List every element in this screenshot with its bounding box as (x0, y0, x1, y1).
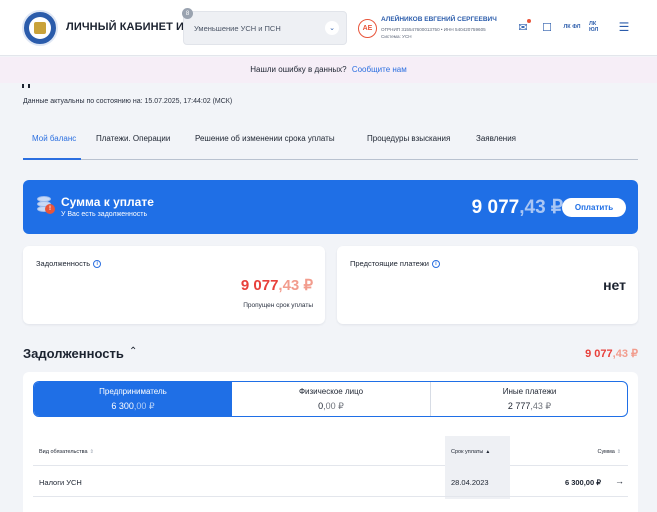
tax-regime-select[interactable]: 8 Уменьшение УСН и ПСН ⌄ (182, 8, 347, 45)
avatar[interactable]: АЕ (358, 19, 377, 38)
column-obligation-type[interactable]: Вид обязательства ⇕ (39, 449, 94, 455)
payer-type-switch: Предприниматель 6 300,00 ₽ Физическое ли… (33, 381, 628, 417)
segment-entrepreneur[interactable]: Предприниматель 6 300,00 ₽ (34, 382, 232, 416)
tab-my-balance[interactable]: Мой баланс (32, 134, 76, 143)
active-tab-indicator (23, 158, 81, 160)
user-name[interactable]: АЛЕЙНИКОВ ЕВГЕНИЙ СЕРГЕЕВИЧ (381, 16, 497, 23)
lk-fl-link[interactable]: ЛК ФЛ (563, 18, 581, 36)
fns-logo[interactable] (22, 10, 58, 46)
debt-amount: 9 077,43 ₽ (240, 277, 313, 294)
debt-section-title[interactable]: Задолженность (23, 346, 124, 361)
tab-applications[interactable]: Заявления (476, 134, 516, 143)
regime-select-value: Уменьшение УСН и ПСН (194, 24, 281, 33)
user-ids: ОГРНИП 315547600013750 • ИНН 54042075960… (381, 27, 486, 32)
debt-card: Задолженность i 9 077,43 ₽ Пропущен срок … (23, 246, 325, 324)
cell-sum: 6 300,00 ₽ (564, 478, 601, 487)
debt-status: Пропущен срок уплаты (243, 302, 313, 309)
table-row[interactable]: Налоги УСН 28.04.2023 6 300,00 ₽ → (33, 467, 628, 497)
chat-icon[interactable]: ☐ (538, 18, 556, 36)
upcoming-card-label: Предстоящие платежи i (350, 259, 440, 269)
page-title-partial (22, 84, 30, 88)
lk-yl-link[interactable]: ЛК ЮЛ (589, 18, 607, 36)
debt-notice: У Вас есть задолженность (61, 211, 148, 218)
sum-to-pay-title: Сумма к уплате (61, 195, 154, 209)
arrow-right-icon[interactable]: → (615, 476, 624, 486)
segment-individual[interactable]: Физическое лицо 0,00 ₽ (232, 382, 430, 416)
upcoming-payments-card: Предстоящие платежи i нет (337, 246, 638, 324)
column-sum[interactable]: Сумма ⇕ (561, 449, 622, 455)
data-actual-date: Данные актуальны по состоянию на: 15.07.… (23, 98, 233, 105)
tab-collection-procedures[interactable]: Процедуры взыскания (367, 134, 450, 143)
cell-due-date: 28.04.2023 (451, 478, 489, 487)
upcoming-value: нет (603, 277, 626, 293)
menu-icon[interactable]: ☰ (615, 18, 633, 36)
regime-count-badge: 8 (182, 8, 193, 19)
sum-to-pay-amount: 9 077,43 ₽ (471, 197, 563, 218)
balance-tabs: Мой баланс Платежи. Операции Решение об … (23, 128, 638, 160)
user-tax-system: Система: УСН (381, 34, 412, 39)
info-icon[interactable]: i (431, 260, 440, 269)
error-report-banner: Нашли ошибку в данных? Сообщите нам (0, 57, 657, 83)
cell-obligation-type: Налоги УСН (39, 478, 82, 487)
cabinet-title: ЛИЧНЫЙ КАБИНЕТ ИП (66, 21, 193, 33)
chevron-up-icon[interactable]: ⌃ (129, 346, 137, 357)
coins-warning-icon: ! (37, 196, 55, 216)
sort-icon: ⇕ (616, 449, 621, 455)
debt-card-label: Задолженность i (36, 259, 102, 269)
tab-payments-operations[interactable]: Платежи. Операции (96, 134, 170, 143)
sort-icon: ⇕ (89, 449, 94, 455)
chevron-down-icon: ⌄ (325, 21, 339, 35)
table-header: Вид обязательства ⇕ Срок уплаты ▲ Сумма ⇕ (33, 436, 628, 499)
tab-payment-deadline-change[interactable]: Решение об изменении срока уплаты (195, 134, 335, 143)
pay-button[interactable]: Оплатить (562, 198, 626, 217)
sort-asc-icon: ▲ (485, 449, 491, 455)
sum-to-pay-banner: ! Сумма к уплате У Вас есть задолженност… (23, 180, 638, 234)
header: ЛИЧНЫЙ КАБИНЕТ ИП 8 Уменьшение УСН и ПСН… (0, 0, 657, 56)
debt-section-amount: 9 077,43 ₽ (585, 348, 638, 360)
mail-icon[interactable]: ✉ (514, 18, 532, 36)
segment-other-payments[interactable]: Иные платежи 2 777,43 ₽ (430, 382, 627, 416)
debt-panel: Предприниматель 6 300,00 ₽ Физическое ли… (23, 372, 638, 512)
error-banner-text: Нашли ошибку в данных? (250, 65, 347, 74)
column-due-date[interactable]: Срок уплаты ▲ (451, 449, 490, 455)
notification-dot (527, 19, 531, 23)
report-error-link[interactable]: Сообщите нам (352, 65, 407, 74)
info-icon[interactable]: i (93, 260, 102, 269)
